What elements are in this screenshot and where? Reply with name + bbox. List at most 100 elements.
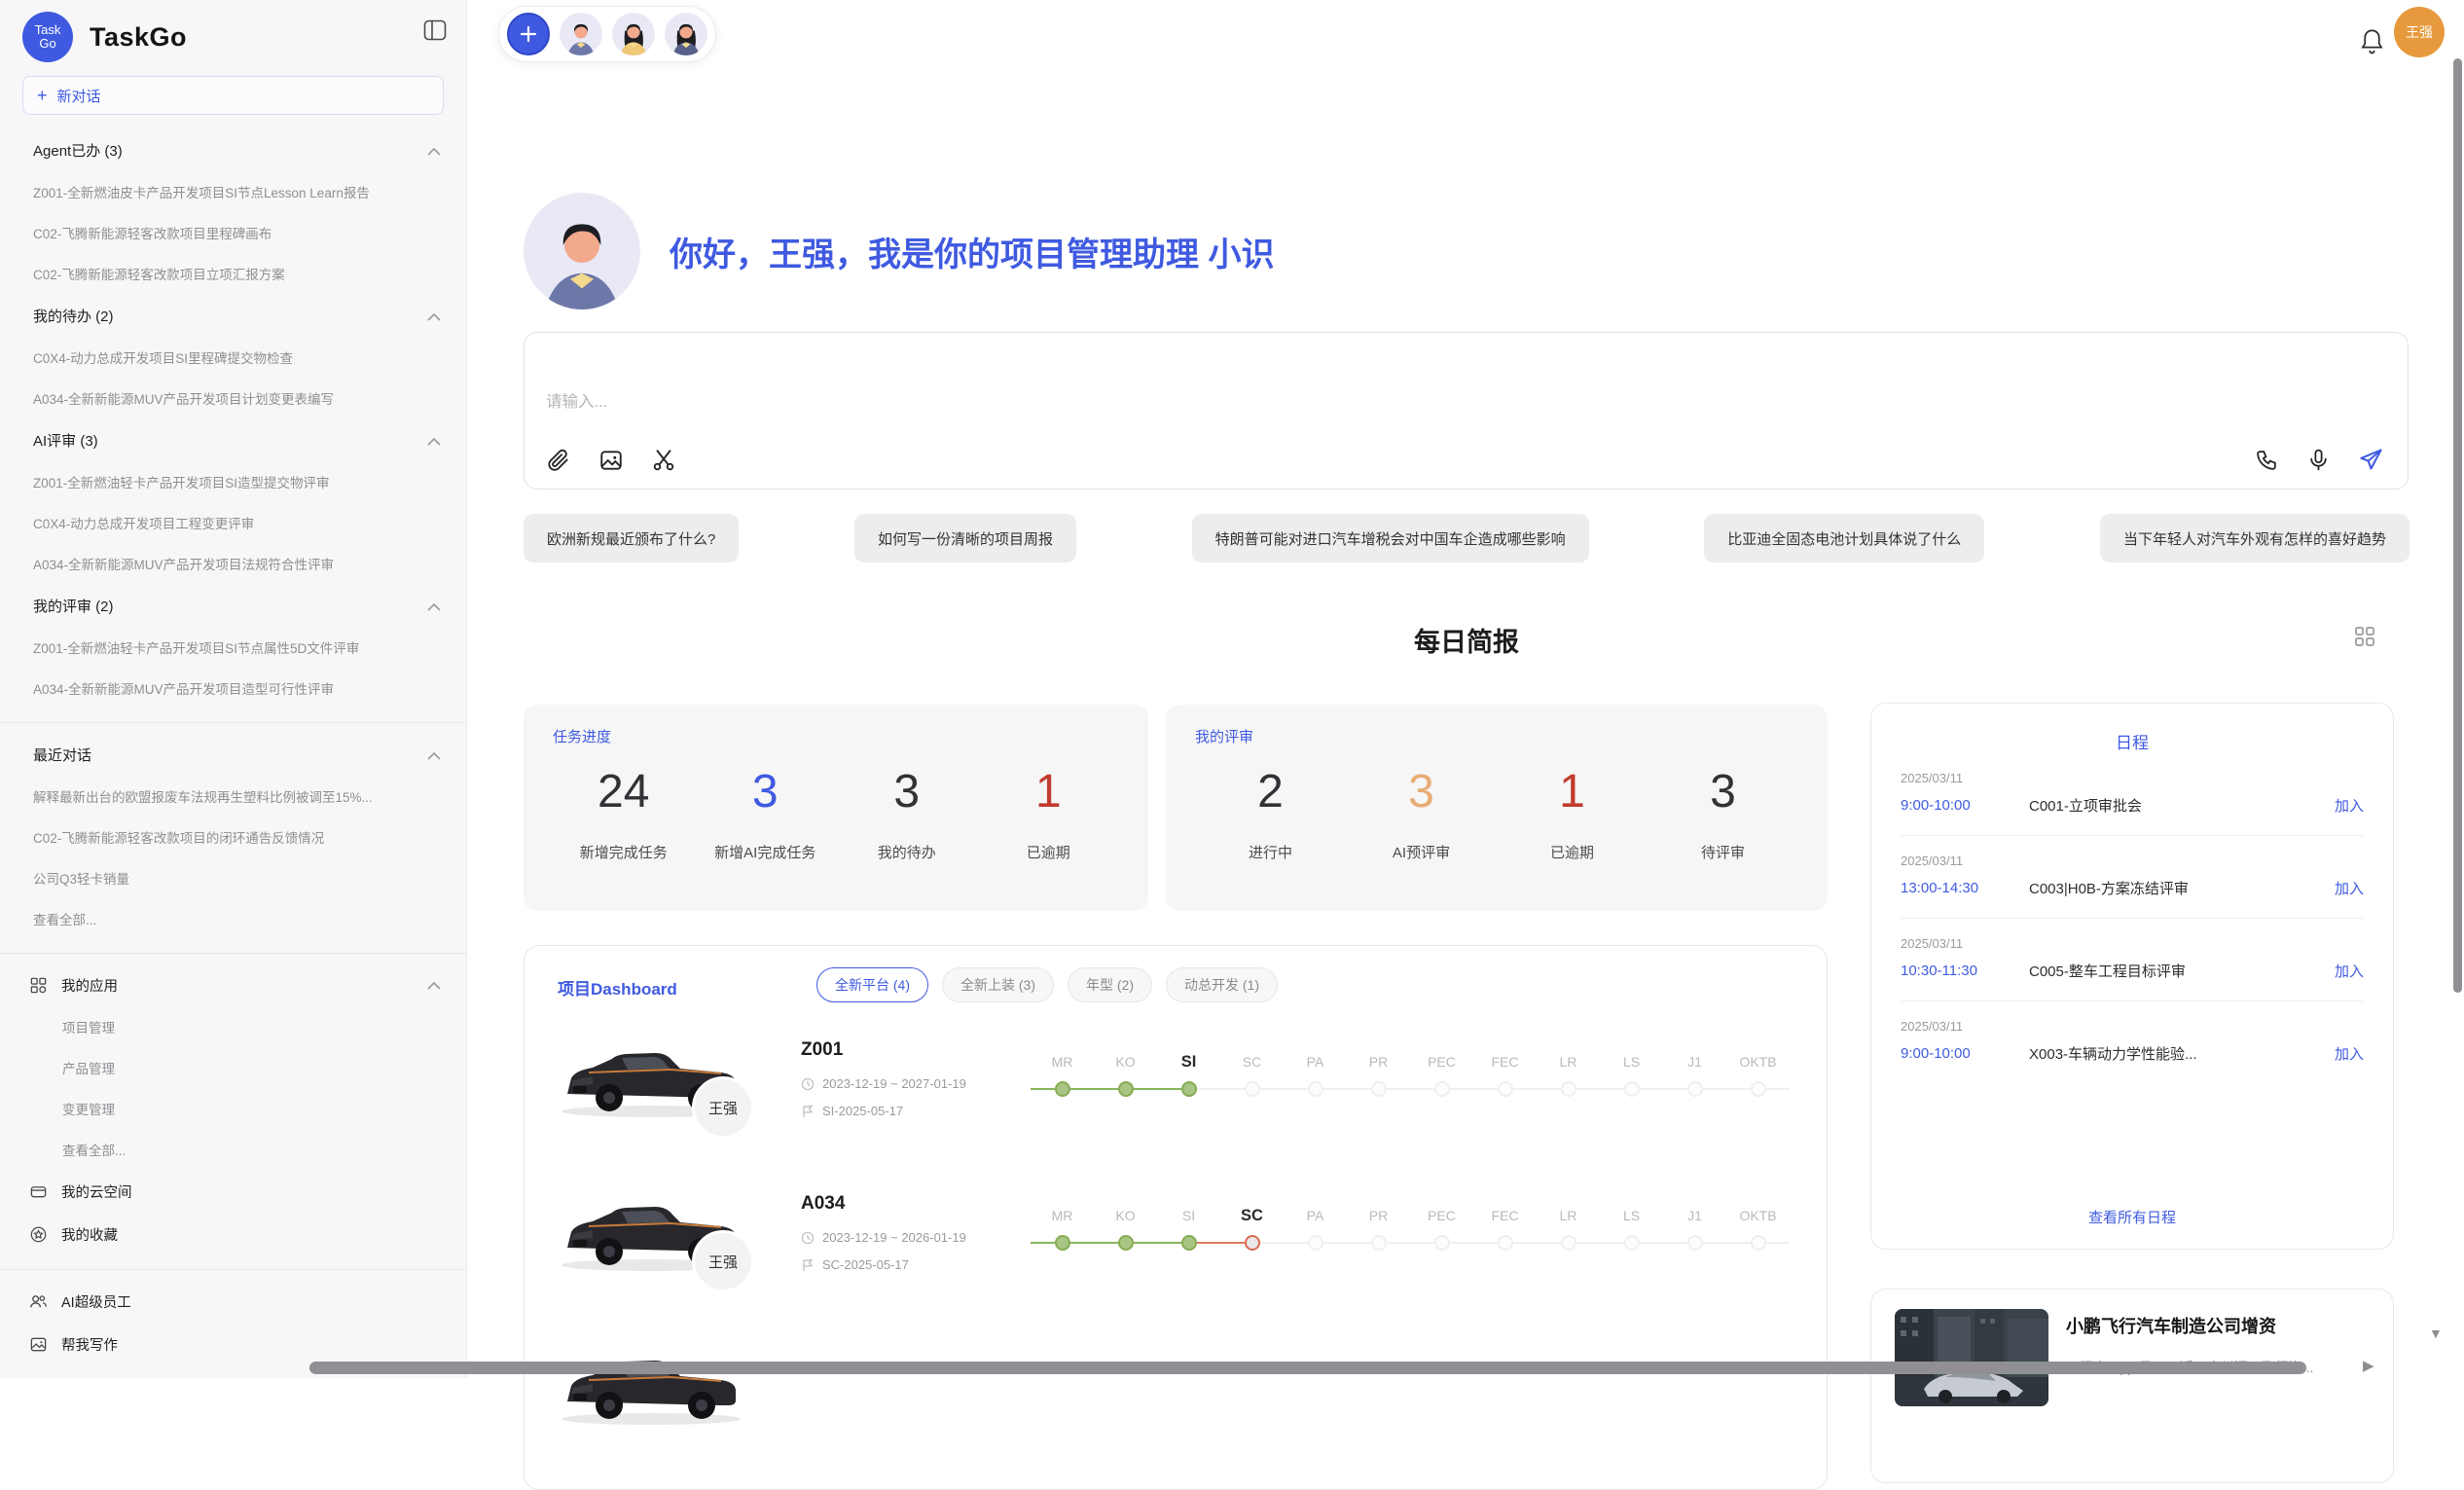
my-review-title: 我的评审 bbox=[1195, 726, 1798, 746]
sidebar-header: Task Go TaskGo bbox=[0, 0, 466, 68]
milestone-label: KO bbox=[1094, 1047, 1157, 1080]
layout-grid-icon[interactable] bbox=[2353, 625, 2376, 653]
milestone-node-row bbox=[1410, 1234, 1473, 1252]
sidebar-app-item[interactable]: 项目管理 bbox=[0, 1006, 466, 1047]
sidebar-item-people[interactable]: AI超级员工 bbox=[0, 1280, 466, 1323]
milestone-label: PR bbox=[1347, 1047, 1410, 1080]
timeline-segment bbox=[1703, 1242, 1727, 1244]
sidebar-item[interactable]: Z001-全新燃油轻卡产品开发项目SI节点属性5D文件评审 bbox=[0, 627, 466, 668]
milestone-label: SI bbox=[1157, 1201, 1220, 1234]
chevron-up-icon[interactable] bbox=[427, 599, 441, 615]
join-meeting-link[interactable]: 加入 bbox=[2335, 1043, 2364, 1064]
project-current-milestone: SC-2025-05-17 bbox=[801, 1257, 909, 1272]
collapse-sidebar-icon[interactable] bbox=[423, 19, 447, 46]
milestone: SI bbox=[1157, 1047, 1220, 1098]
project-dates: 2023-12-19 ~ 2026-01-19 bbox=[801, 1230, 966, 1245]
dashboard-tab[interactable]: 全新上装 (3) bbox=[942, 967, 1054, 1002]
view-all-schedule-link[interactable]: 查看所有日程 bbox=[1871, 1207, 2393, 1227]
sidebar-item[interactable]: Z001-全新燃油皮卡产品开发项目SI节点Lesson Learn报告 bbox=[0, 171, 466, 212]
schedule-row: 9:00-10:00C001-立项审批会加入 bbox=[1901, 795, 2364, 816]
chat-input[interactable] bbox=[546, 393, 1999, 412]
sidebar-item[interactable]: C02-飞腾新能源轻客改款项目立项汇报方案 bbox=[0, 253, 466, 294]
join-meeting-link[interactable]: 加入 bbox=[2335, 878, 2364, 898]
news-card[interactable]: 小鹏飞行汽车制造公司增资 天眼查 App 显示，近日广州汇天飞行汽... bbox=[1870, 1289, 2394, 1483]
suggestion-chip[interactable]: 欧洲新规最近颁布了什么? bbox=[524, 514, 739, 563]
milestone: PA bbox=[1284, 1047, 1347, 1098]
chevron-up-icon[interactable] bbox=[427, 433, 441, 450]
milestone: PR bbox=[1347, 1201, 1410, 1252]
sidebar-item[interactable]: 公司Q3轻卡销量 bbox=[0, 857, 466, 898]
sidebar-app-item[interactable]: 查看全部... bbox=[0, 1129, 466, 1170]
stat-label: 新增AI完成任务 bbox=[695, 842, 837, 862]
sidebar-item-cloud-space[interactable]: 我的云空间 bbox=[0, 1170, 466, 1213]
dashboard-tab[interactable]: 全新平台 (4) bbox=[816, 967, 928, 1002]
suggestion-chip[interactable]: 比亚迪全固态电池计划具体说了什么 bbox=[1704, 514, 1984, 563]
microphone-icon[interactable] bbox=[2306, 448, 2331, 472]
milestone-node-row bbox=[1031, 1234, 1094, 1252]
sidebar-item-star-badge[interactable]: 我的收藏 bbox=[0, 1213, 466, 1255]
join-meeting-link[interactable]: 加入 bbox=[2335, 961, 2364, 981]
chevron-up-icon[interactable] bbox=[427, 143, 441, 160]
avatar-contact-2[interactable] bbox=[612, 13, 655, 55]
sidebar-item[interactable]: A034-全新新能源MUV产品开发项目计划变更表编写 bbox=[0, 378, 466, 418]
voice-call-icon[interactable] bbox=[2255, 448, 2279, 472]
sidebar-item[interactable]: 解释最新出台的欧盟报废车法规再生塑料比例被调至15%... bbox=[0, 776, 466, 817]
milestone-node bbox=[1751, 1235, 1766, 1251]
timeline-segment bbox=[1537, 1242, 1561, 1244]
vertical-scrollbar[interactable] bbox=[2453, 58, 2462, 993]
milestone-label: SI bbox=[1157, 1047, 1220, 1080]
sidebar-app-item[interactable]: 产品管理 bbox=[0, 1047, 466, 1088]
sidebar-item[interactable]: C0X4-动力总成开发项目SI里程碑提交物检查 bbox=[0, 337, 466, 378]
timeline-segment bbox=[1473, 1088, 1498, 1090]
send-icon[interactable] bbox=[2358, 447, 2384, 473]
avatar-contact-3[interactable] bbox=[665, 13, 707, 55]
milestone-node-row bbox=[1220, 1080, 1284, 1098]
milestone: J1 bbox=[1663, 1201, 1726, 1252]
timeline-segment bbox=[1513, 1242, 1538, 1244]
sidebar-item[interactable]: C02-飞腾新能源轻客改款项目的闭环通告反馈情况 bbox=[0, 817, 466, 857]
user-avatar[interactable]: 王强 bbox=[2394, 7, 2445, 57]
add-button[interactable] bbox=[507, 13, 550, 55]
horizontal-scrollbar[interactable] bbox=[309, 1362, 2306, 1374]
task-progress-card: 任务进度 24新增完成任务3新增AI完成任务3我的待办1已逾期 bbox=[524, 705, 1148, 911]
dashboard-tab[interactable]: 年型 (2) bbox=[1068, 967, 1152, 1002]
milestone-node-row bbox=[1157, 1080, 1220, 1098]
suggestion-chip[interactable]: 当下年轻人对汽车外观有怎样的喜好趋势 bbox=[2100, 514, 2410, 563]
dashboard-tab[interactable]: 动总开发 (1) bbox=[1166, 967, 1278, 1002]
notifications-bell-icon[interactable] bbox=[2359, 27, 2385, 60]
timeline-segment bbox=[1323, 1088, 1348, 1090]
view-all-link[interactable]: 查看全部... bbox=[0, 898, 466, 939]
milestone-node bbox=[1371, 1081, 1387, 1097]
sidebar-item[interactable]: Z001-全新燃油轻卡产品开发项目SI造型提交物评审 bbox=[0, 461, 466, 502]
milestone-node bbox=[1181, 1081, 1197, 1097]
plus-icon: + bbox=[37, 86, 48, 106]
avatar-contact-1[interactable] bbox=[560, 13, 602, 55]
scroll-down-arrow[interactable]: ▼ bbox=[2429, 1326, 2443, 1341]
milestone-node-row bbox=[1663, 1234, 1726, 1252]
screenshot-scissors-icon[interactable] bbox=[651, 448, 676, 473]
chevron-up-icon[interactable] bbox=[427, 309, 441, 325]
stat-label: 进行中 bbox=[1195, 842, 1346, 862]
stat-label: AI预评审 bbox=[1346, 842, 1497, 862]
milestone-node-row bbox=[1284, 1080, 1347, 1098]
sidebar-item-photo[interactable]: 帮我写作 bbox=[0, 1323, 466, 1365]
stat: 3AI预评审 bbox=[1346, 760, 1497, 862]
sidebar-item[interactable]: A034-全新新能源MUV产品开发项目法规符合性评审 bbox=[0, 543, 466, 584]
logo-line2: Go bbox=[39, 37, 55, 51]
scroll-right-arrow[interactable]: ▶ bbox=[2363, 1357, 2374, 1374]
sidebar-item[interactable]: C0X4-动力总成开发项目工程变更评审 bbox=[0, 502, 466, 543]
sidebar-app-item[interactable]: 变更管理 bbox=[0, 1088, 466, 1129]
sidebar-item[interactable]: A034-全新新能源MUV产品开发项目造型可行性评审 bbox=[0, 668, 466, 709]
chevron-up-icon[interactable] bbox=[427, 978, 441, 994]
sidebar-item[interactable]: C02-飞腾新能源轻客改款项目里程碑画布 bbox=[0, 212, 466, 253]
join-meeting-link[interactable]: 加入 bbox=[2335, 795, 2364, 816]
attach-file-icon[interactable] bbox=[546, 448, 571, 473]
sidebar-item-my-apps[interactable]: 我的应用 bbox=[0, 963, 466, 1006]
new-chat-button[interactable]: + 新对话 bbox=[22, 76, 444, 115]
insert-image-icon[interactable] bbox=[598, 448, 624, 473]
project-code: Z001 bbox=[801, 1039, 843, 1061]
suggestion-chip[interactable]: 特朗普可能对进口汽车增税会对中国车企造成哪些影响 bbox=[1192, 514, 1589, 563]
suggestion-chip[interactable]: 如何写一份清晰的项目周报 bbox=[854, 514, 1076, 563]
chevron-up-icon[interactable] bbox=[427, 747, 441, 764]
milestone-node bbox=[1308, 1235, 1323, 1251]
